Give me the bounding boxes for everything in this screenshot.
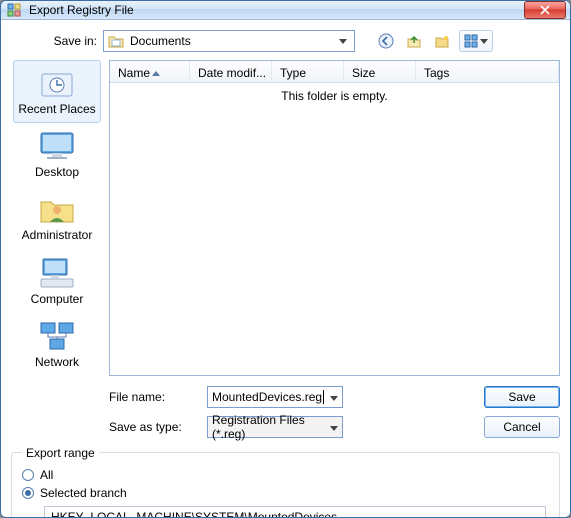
chevron-down-icon[interactable] (330, 390, 338, 404)
place-label: Desktop (14, 166, 100, 179)
radio-selected-label: Selected branch (40, 486, 127, 500)
close-button[interactable] (524, 1, 566, 19)
col-name[interactable]: Name (110, 61, 190, 82)
place-computer[interactable]: Computer (13, 250, 101, 313)
col-type[interactable]: Type (272, 61, 344, 82)
place-network[interactable]: Network (13, 313, 101, 376)
savein-value: Documents (130, 34, 191, 48)
filename-input[interactable]: MountedDevices.reg (207, 386, 343, 408)
radio-all-label: All (40, 468, 53, 482)
places-bar: Recent Places Desktop Administrator (11, 60, 103, 376)
col-tags[interactable]: Tags (416, 61, 559, 82)
empty-message: This folder is empty. (281, 89, 387, 375)
regedit-icon (7, 2, 23, 18)
savein-label: Save in: (41, 34, 97, 48)
view-grid-icon (464, 34, 478, 48)
save-button[interactable]: Save (484, 386, 560, 408)
computer-icon (37, 255, 77, 291)
branch-path-input[interactable]: HKEY_LOCAL_MACHINE\SYSTEM\MountedDevices (44, 506, 546, 518)
up-one-level-button[interactable] (403, 30, 425, 52)
place-label: Recent Places (14, 103, 100, 116)
export-registry-dialog: Export Registry File Save in: Documents (0, 0, 571, 518)
back-button[interactable] (375, 30, 397, 52)
col-date[interactable]: Date modif... (190, 61, 272, 82)
cancel-button[interactable]: Cancel (484, 416, 560, 438)
export-range-legend: Export range (22, 446, 99, 460)
place-user[interactable]: Administrator (13, 186, 101, 249)
place-desktop[interactable]: Desktop (13, 123, 101, 186)
radio-selected-branch[interactable] (22, 487, 34, 499)
toolbar (375, 30, 493, 52)
filename-rows: File name: MountedDevices.reg Save Save … (11, 376, 560, 438)
desktop-icon (37, 128, 77, 164)
file-list[interactable]: Name Date modif... Type Size Tags This f… (109, 60, 560, 376)
chevron-down-icon[interactable] (336, 34, 350, 48)
new-folder-button[interactable] (431, 30, 453, 52)
documents-folder-icon (108, 33, 124, 49)
place-recent[interactable]: Recent Places (13, 60, 101, 123)
radio-selected-row[interactable]: Selected branch (22, 484, 549, 502)
client-area: Save in: Documents (1, 20, 570, 518)
chevron-down-icon[interactable] (330, 420, 338, 434)
place-label: Network (14, 356, 100, 369)
titlebar: Export Registry File (1, 1, 570, 20)
savein-combo[interactable]: Documents (103, 30, 355, 52)
chevron-down-icon (480, 39, 488, 44)
radio-all[interactable] (22, 469, 34, 481)
radio-all-row[interactable]: All (22, 466, 549, 484)
window-title: Export Registry File (29, 3, 524, 17)
savetype-label: Save as type: (109, 420, 199, 434)
export-range-group: Export range All Selected branch HKEY_LO… (11, 446, 560, 518)
column-headers: Name Date modif... Type Size Tags (110, 61, 559, 83)
user-folder-icon (37, 191, 77, 227)
text-caret (323, 390, 324, 404)
savein-row: Save in: Documents (11, 28, 560, 60)
network-icon (37, 318, 77, 354)
col-size[interactable]: Size (344, 61, 416, 82)
place-label: Computer (14, 293, 100, 306)
savetype-combo[interactable]: Registration Files (*.reg) (207, 416, 343, 438)
sort-asc-icon (152, 71, 160, 76)
recent-places-icon (37, 65, 77, 101)
place-label: Administrator (14, 229, 100, 242)
view-menu-button[interactable] (459, 30, 493, 52)
file-list-body: This folder is empty. (110, 83, 559, 375)
file-browser: Recent Places Desktop Administrator (11, 60, 560, 376)
filename-label: File name: (109, 390, 199, 404)
